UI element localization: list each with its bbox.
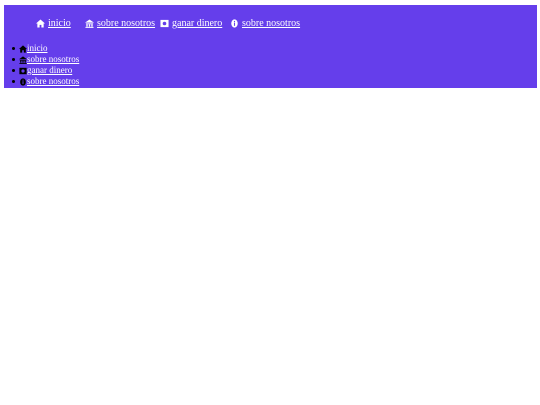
home-icon <box>19 44 27 53</box>
nav-link-ganar-dinero[interactable]: ganar dinero <box>160 13 222 33</box>
list-link-ganar-dinero[interactable]: ganar dinero <box>19 65 72 76</box>
info-icon <box>230 18 239 28</box>
list-link-sobre-nosotros-2[interactable]: sobre nosotros <box>19 76 79 87</box>
top-nav: inicio sobre nosotros ganar dinero sobre… <box>4 13 537 33</box>
nav-list: inicio sobre nosotros ganar dinero sobre… <box>4 43 79 87</box>
info-icon <box>19 77 27 86</box>
list-link-label: inicio <box>27 43 48 53</box>
building-icon <box>85 18 94 28</box>
nav-link-label: sobre nosotros <box>97 17 156 29</box>
list-link-sobre-nosotros[interactable]: sobre nosotros <box>19 54 79 65</box>
list-link-label: ganar dinero <box>27 65 73 75</box>
nav-link-label: ganar dinero <box>172 17 223 29</box>
list-item: inicio <box>4 43 79 54</box>
list-item: sobre nosotros <box>4 54 79 65</box>
nav-link-label: inicio <box>48 17 71 29</box>
home-icon <box>36 18 45 28</box>
list-item: ganar dinero <box>4 65 79 76</box>
list-link-label: sobre nosotros <box>27 54 80 64</box>
nav-link-label: sobre nosotros <box>242 17 301 29</box>
nav-link-sobre-nosotros-2[interactable]: sobre nosotros <box>230 13 300 33</box>
list-link-inicio[interactable]: inicio <box>19 43 48 54</box>
nav-link-inicio[interactable]: inicio <box>36 13 71 33</box>
list-link-label: sobre nosotros <box>27 76 80 86</box>
nav-link-sobre-nosotros[interactable]: sobre nosotros <box>85 13 155 33</box>
header-bar: inicio sobre nosotros ganar dinero sobre… <box>4 5 537 88</box>
list-item: sobre nosotros <box>4 76 79 87</box>
money-icon <box>160 19 169 28</box>
money-icon <box>19 67 27 75</box>
building-icon <box>19 55 27 64</box>
